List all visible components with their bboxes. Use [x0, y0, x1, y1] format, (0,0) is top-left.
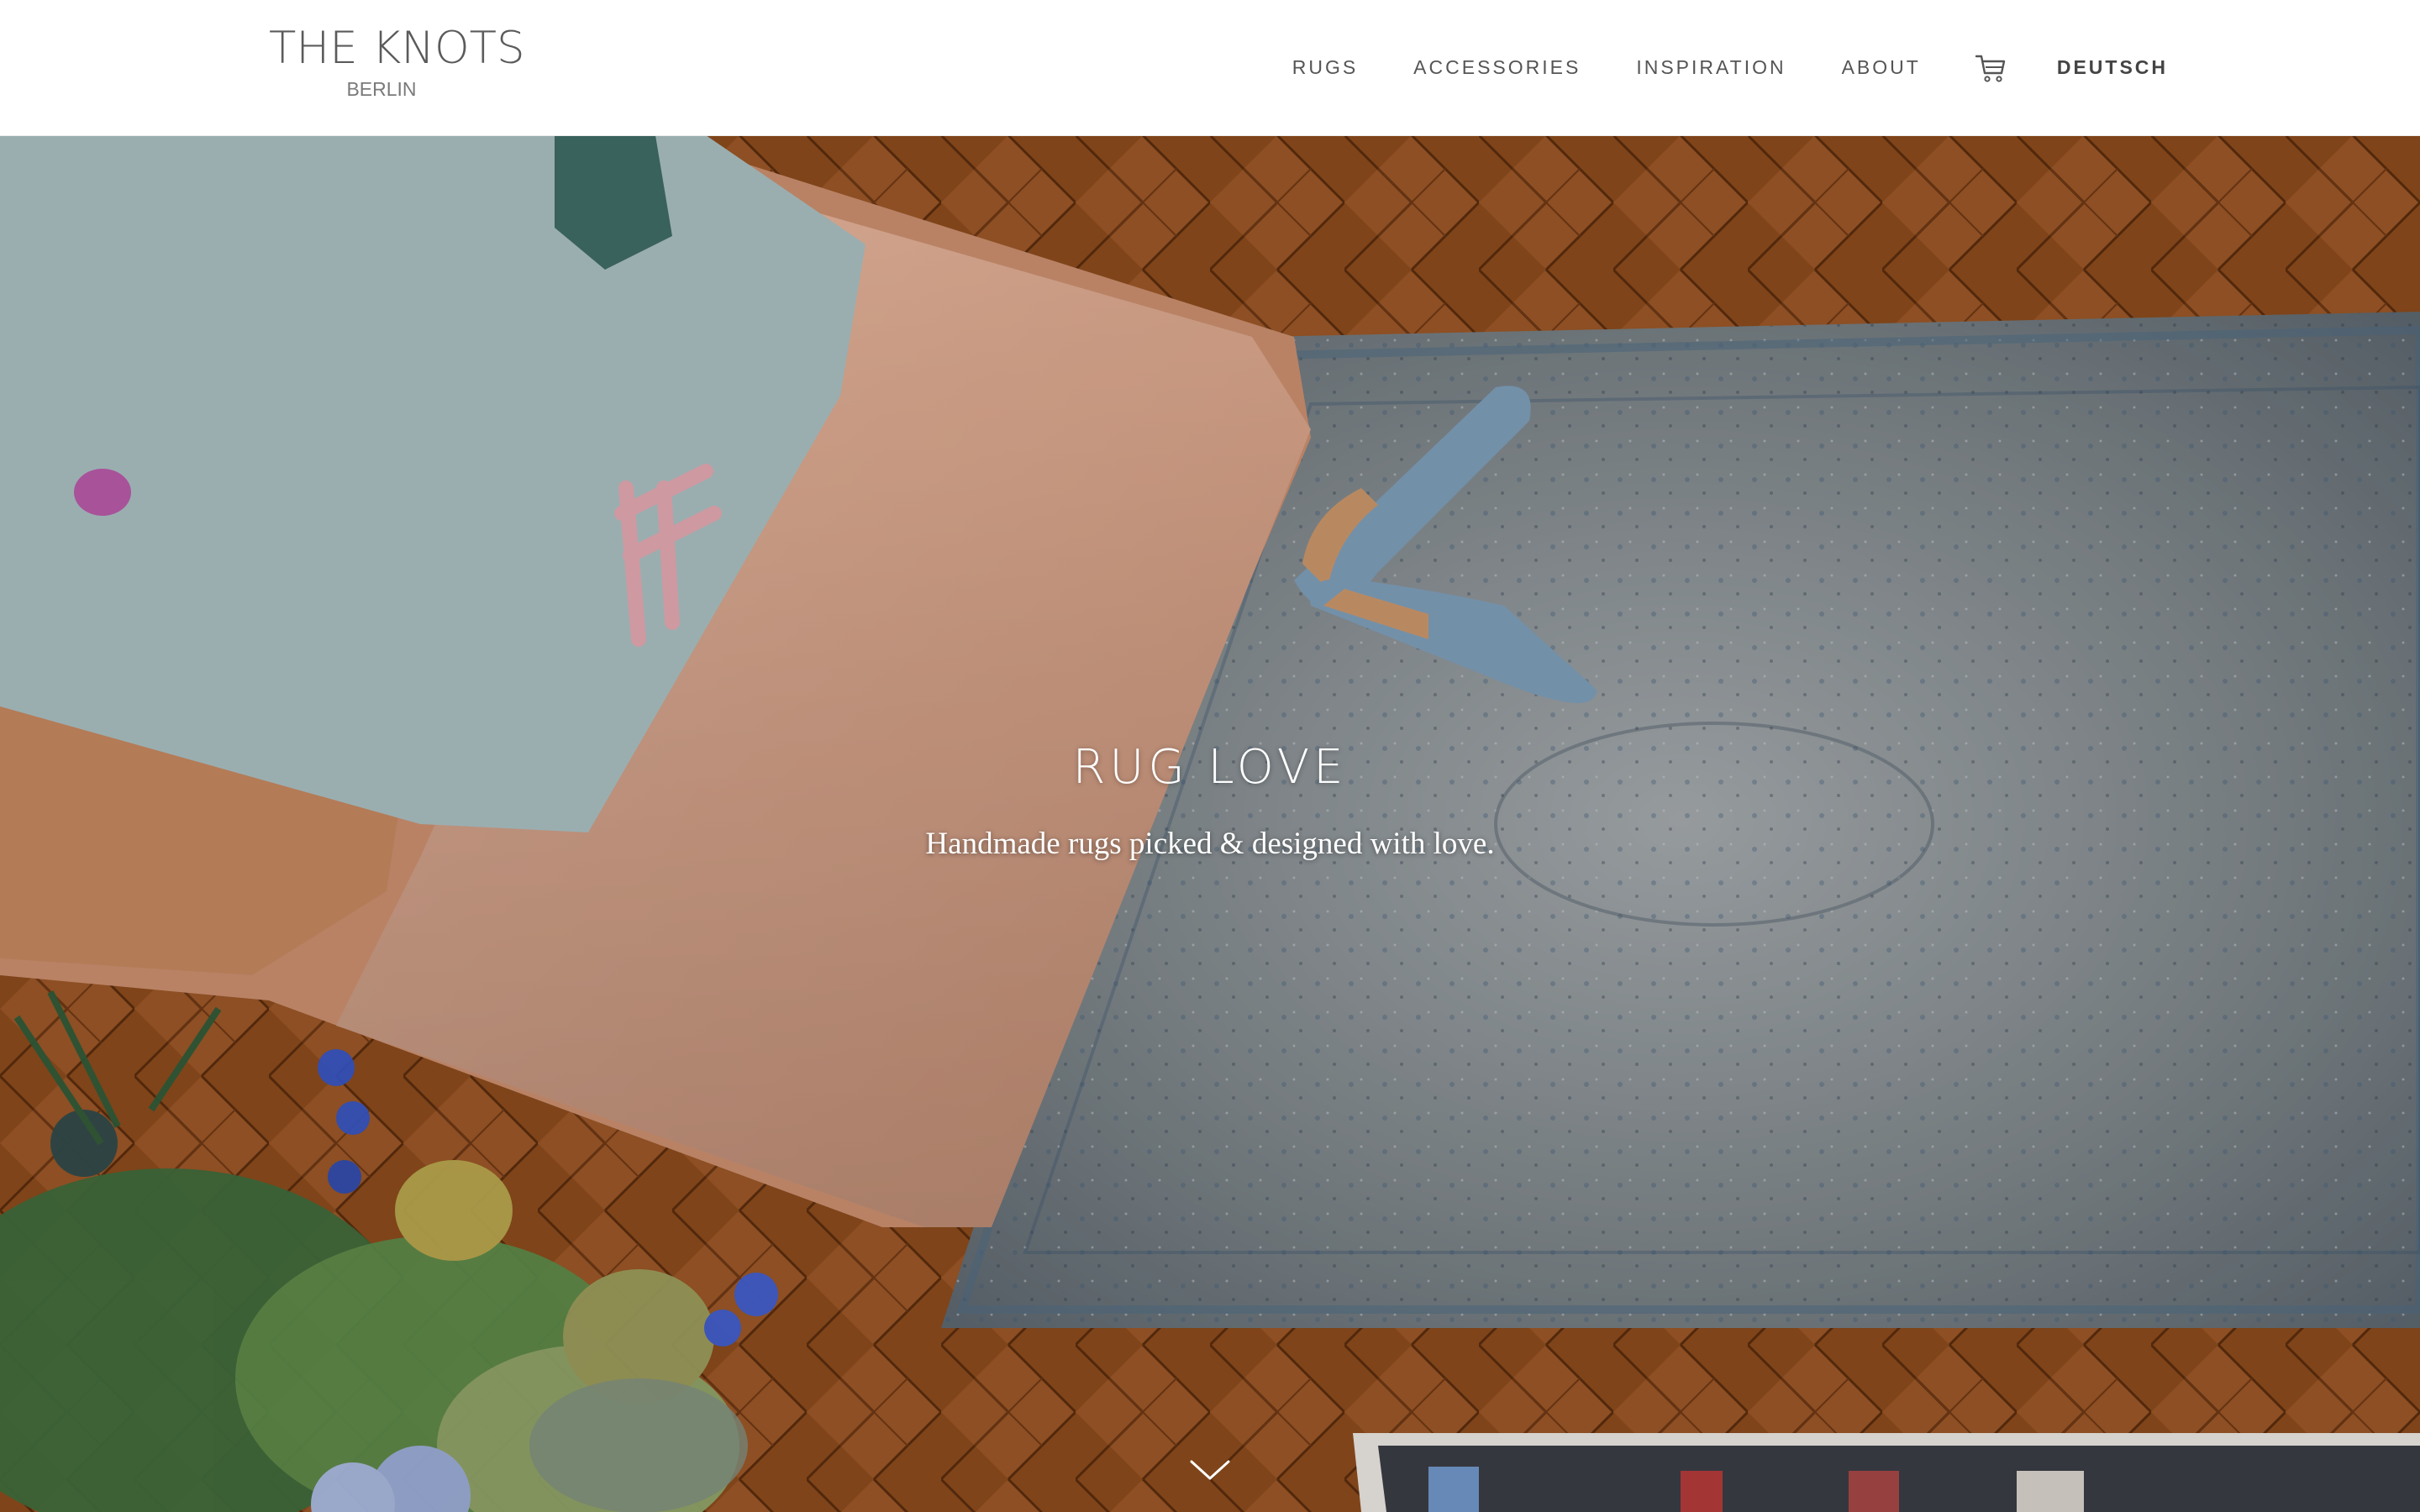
- nav-item-accessories[interactable]: ACCESSORIES: [1413, 56, 1581, 79]
- main-nav: RUGS ACCESSORIES INSPIRATION ABOUT DEUTS…: [1292, 0, 2168, 135]
- nav-item-rugs[interactable]: RUGS: [1292, 56, 1358, 79]
- hero-image: [0, 135, 2420, 1512]
- shopping-cart-icon[interactable]: [1975, 51, 2007, 85]
- nav-item-inspiration[interactable]: INSPIRATION: [1636, 56, 1786, 79]
- hero-subtitle: Handmade rugs picked & designed with lov…: [925, 827, 1495, 861]
- site-header: THE KNOTS BERLIN RUGS ACCESSORIES INSPIR…: [0, 0, 2420, 136]
- chevron-down-icon[interactable]: [1189, 1458, 1231, 1483]
- hero-title: RUG LOVE: [1072, 740, 1348, 795]
- hero-banner: RUG LOVE Handmade rugs picked & designed…: [0, 135, 2420, 1512]
- nav-item-about[interactable]: ABOUT: [1842, 56, 1921, 79]
- brand-city: BERLIN: [346, 78, 417, 100]
- language-switch[interactable]: DEUTSCH: [2057, 56, 2168, 79]
- brand-logo[interactable]: THE KNOTS BERLIN: [269, 23, 525, 102]
- brand-name: THE KNOTS: [269, 23, 525, 74]
